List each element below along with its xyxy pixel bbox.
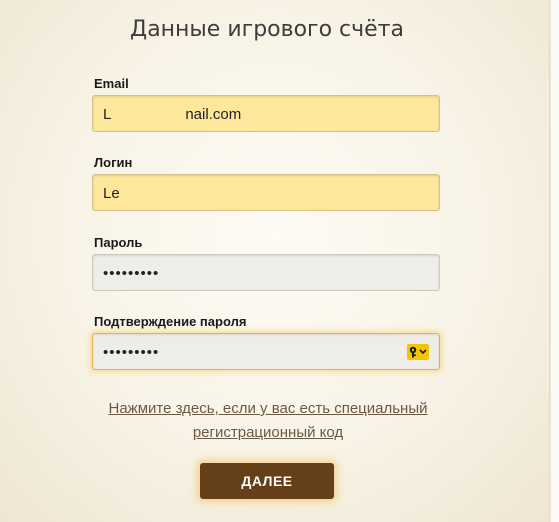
confirm-password-value: ••••••••• [103, 344, 160, 361]
login-value: Le [103, 185, 120, 202]
email-label: Email [94, 76, 129, 91]
page-title: Данные игрового счёта [130, 17, 404, 42]
email-value-end: nail.com [185, 106, 242, 123]
confirm-password-field[interactable]: ••••••••• [92, 333, 440, 370]
next-button[interactable]: ДАЛЕЕ [200, 463, 334, 499]
key-icon[interactable] [407, 344, 429, 360]
confirm-password-label: Подтверждение пароля [94, 314, 247, 329]
special-code-link-line2[interactable]: регистрационный код [60, 421, 476, 445]
login-field[interactable]: Le [92, 174, 440, 211]
login-label: Логин [94, 155, 133, 170]
email-value-start: L [103, 106, 112, 123]
special-code-link-line1[interactable]: Нажмите здесь, если у вас есть специальн… [60, 397, 476, 421]
password-value: ••••••••• [103, 265, 160, 282]
email-field[interactable]: Lnail.com [92, 95, 440, 132]
scroll-edge [550, 0, 559, 522]
special-code-link[interactable]: Нажмите здесь, если у вас есть специальн… [60, 397, 476, 445]
password-field[interactable]: ••••••••• [92, 254, 440, 291]
password-label: Пароль [94, 235, 143, 250]
